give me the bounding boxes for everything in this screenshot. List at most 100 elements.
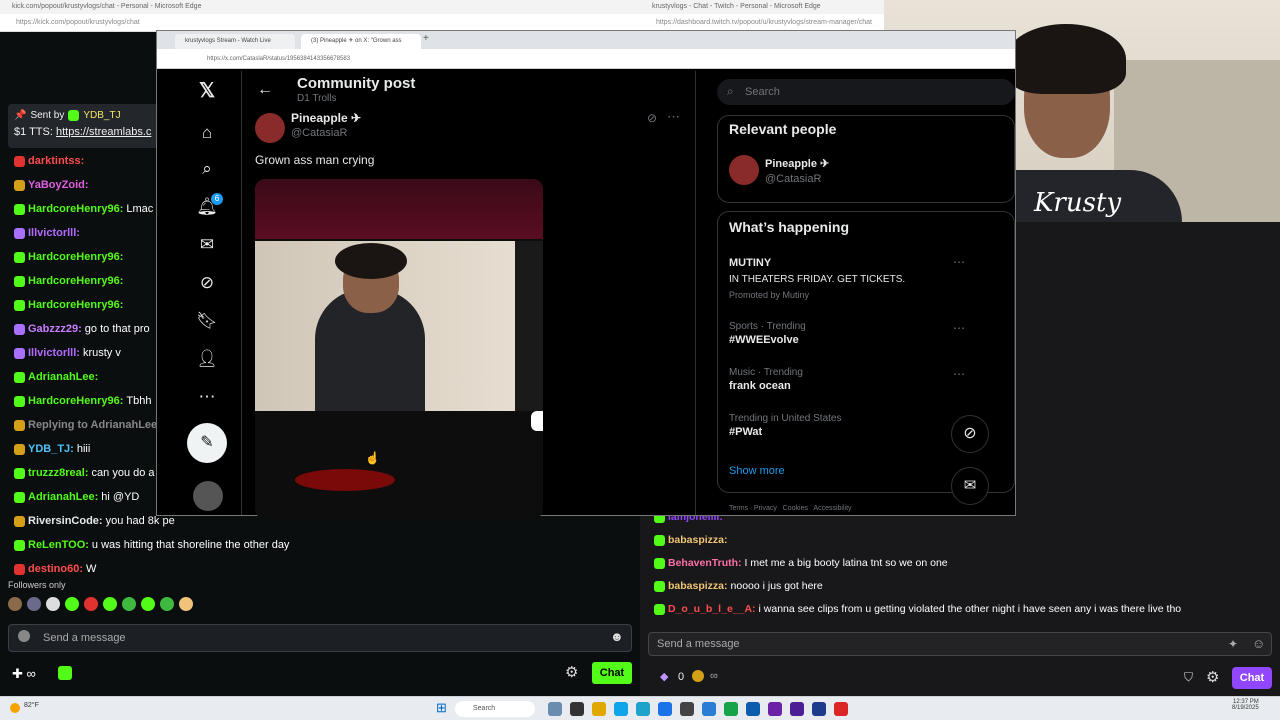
app-icon[interactable] [834, 702, 848, 716]
twitch-chat-button[interactable]: Chat [1232, 667, 1272, 689]
home-icon[interactable]: ⌂ [195, 121, 219, 145]
emote-icon[interactable] [65, 597, 79, 611]
tab-kick[interactable]: krustyvlogs Stream - Watch Live [175, 34, 295, 49]
chat-username[interactable]: darktintss: [28, 152, 84, 170]
emote-icon[interactable] [103, 597, 117, 611]
x-url-bar[interactable]: https://x.com/CataslaR/status/1956384143… [157, 49, 1015, 69]
chat-username[interactable]: Replying to AdrianahLee: [28, 416, 161, 434]
app-icon[interactable] [658, 702, 672, 716]
grok-icon[interactable]: ⊘ [951, 415, 989, 453]
back-arrow-icon[interactable]: ← [257, 81, 273, 99]
emote-icon[interactable] [27, 597, 41, 611]
twitch-message-input[interactable]: Send a message [648, 632, 1272, 656]
emote-icon[interactable] [179, 597, 193, 611]
shield-icon[interactable]: ⛉ [1184, 670, 1193, 685]
chat-username[interactable]: destino60: [28, 560, 83, 578]
gear-icon[interactable]: ⚙ [1206, 668, 1219, 686]
author-avatar[interactable] [255, 113, 285, 143]
new-tab-icon[interactable]: + [423, 33, 429, 44]
emote-icon[interactable] [160, 597, 174, 611]
edge-icon[interactable] [636, 702, 650, 716]
more-options-icon[interactable]: ⋯ [953, 367, 965, 381]
user-icon[interactable] [18, 630, 30, 642]
x-search-input[interactable]: Search [717, 79, 1015, 105]
search-icon[interactable]: ⌕ [195, 157, 219, 181]
messages-icon[interactable]: ✉ [951, 467, 989, 505]
emote-icon[interactable] [8, 597, 22, 611]
app-icon[interactable] [812, 702, 826, 716]
chat-username[interactable]: YaBoyZoid: [28, 176, 89, 194]
more-options-icon[interactable]: ⋯ [667, 109, 680, 125]
emote-icon[interactable] [141, 597, 155, 611]
taskbar-search[interactable]: Search [455, 701, 535, 717]
chat-username[interactable]: RiversinCode: [28, 512, 103, 530]
app-icon[interactable] [570, 702, 584, 716]
chat-username[interactable]: Gabzzz29: [28, 320, 82, 338]
x-logo-icon[interactable]: 𝕏 [195, 79, 219, 103]
gear-icon[interactable]: ⚙ [565, 663, 578, 681]
relevant-name[interactable]: Pineapple ✈ [765, 157, 829, 170]
app-icon[interactable] [724, 702, 738, 716]
settings-icon[interactable]: ✚ ∞ [12, 666, 36, 682]
video-scroll-handle[interactable] [531, 411, 543, 431]
chat-username[interactable]: AdrianahLee: [28, 368, 98, 386]
chat-username[interactable]: truzzz8real: [28, 464, 89, 482]
post-video[interactable] [255, 179, 543, 519]
chat-username[interactable]: HardcoreHenry96: [28, 248, 123, 266]
app-icon[interactable] [548, 702, 562, 716]
bits-icon[interactable] [692, 670, 704, 682]
grok-icon[interactable]: ⊘ [195, 271, 219, 295]
app-icon[interactable] [768, 702, 782, 716]
kick-message-input[interactable]: Send a message [8, 624, 632, 652]
community-name[interactable]: D1 Trolls [297, 93, 336, 104]
relevant-avatar[interactable] [729, 155, 759, 185]
emote-icon[interactable] [84, 597, 98, 611]
channel-points-icon[interactable]: ◆ [660, 670, 668, 683]
footer-links[interactable]: Terms Privacy Cookies Accessibility [729, 505, 852, 512]
compose-post-button[interactable]: ✎ [187, 423, 227, 463]
app-icon[interactable] [614, 702, 628, 716]
avatar[interactable] [193, 481, 223, 511]
promo-title[interactable]: MUTINY [729, 257, 771, 269]
chat-username[interactable]: babaspizza: [668, 531, 728, 549]
relevant-handle[interactable]: @CatasiaR [765, 173, 821, 185]
chat-username[interactable]: YDB_TJ: [28, 440, 74, 458]
chat-username[interactable]: HardcoreHenry96: [28, 200, 123, 218]
folder-icon[interactable] [592, 702, 606, 716]
emote-bar[interactable] [8, 597, 198, 611]
emote-icon[interactable] [122, 597, 136, 611]
trend-item[interactable]: Trending in United States #PWat [729, 413, 841, 438]
chat-username[interactable]: AdrianahLee: [28, 488, 98, 506]
weather-icon[interactable] [10, 703, 20, 713]
trend-item[interactable]: Music · Trending frank ocean [729, 367, 803, 392]
chat-username[interactable]: ReLenTOO: [28, 536, 89, 554]
app-icon[interactable] [680, 702, 694, 716]
chat-username[interactable]: Illvictorlll: [28, 344, 80, 362]
emoji-icon[interactable]: ☻ [610, 629, 624, 644]
promo-text[interactable]: IN THEATERS FRIDAY. GET TICKETS. [729, 274, 905, 285]
pinned-link[interactable]: https://streamlabs.c [56, 126, 151, 138]
app-icon[interactable] [702, 702, 716, 716]
chat-username[interactable]: HardcoreHenry96: [28, 392, 123, 410]
messages-icon[interactable]: ✉ [195, 233, 219, 257]
app-icon[interactable] [790, 702, 804, 716]
show-more-link[interactable]: Show more [729, 465, 785, 477]
trend-item[interactable]: Sports · Trending #WWEEvolve [729, 321, 806, 346]
chat-username[interactable]: babaspizza: [668, 577, 728, 595]
profile-icon[interactable]: 👤︎ [195, 347, 219, 371]
emoji-icon[interactable]: ☺ [1252, 636, 1265, 651]
chat-username[interactable]: HardcoreHenry96: [28, 296, 123, 314]
kick-chat-button[interactable]: Chat [592, 662, 632, 684]
chat-username[interactable]: BehavenTruth: [668, 554, 742, 572]
more-icon[interactable]: ⋯ [195, 385, 219, 409]
tab-x-post[interactable]: (3) Pineapple ✈ on X: "Grown ass [301, 34, 421, 49]
emote-icon[interactable] [46, 597, 60, 611]
chat-username[interactable]: Illvictorlll: [28, 224, 80, 242]
author-handle[interactable]: @CatasiaR [291, 127, 347, 139]
chat-username[interactable]: D_o_u_b_l_e__A: [668, 600, 756, 618]
magic-icon[interactable]: ✦ [1228, 637, 1238, 651]
grok-icon[interactable]: ⊘ [647, 111, 657, 125]
app-icon[interactable] [746, 702, 760, 716]
bookmark-icon[interactable]: 🔖︎ [195, 309, 219, 333]
windows-start-icon[interactable]: ⊞ [436, 701, 450, 715]
